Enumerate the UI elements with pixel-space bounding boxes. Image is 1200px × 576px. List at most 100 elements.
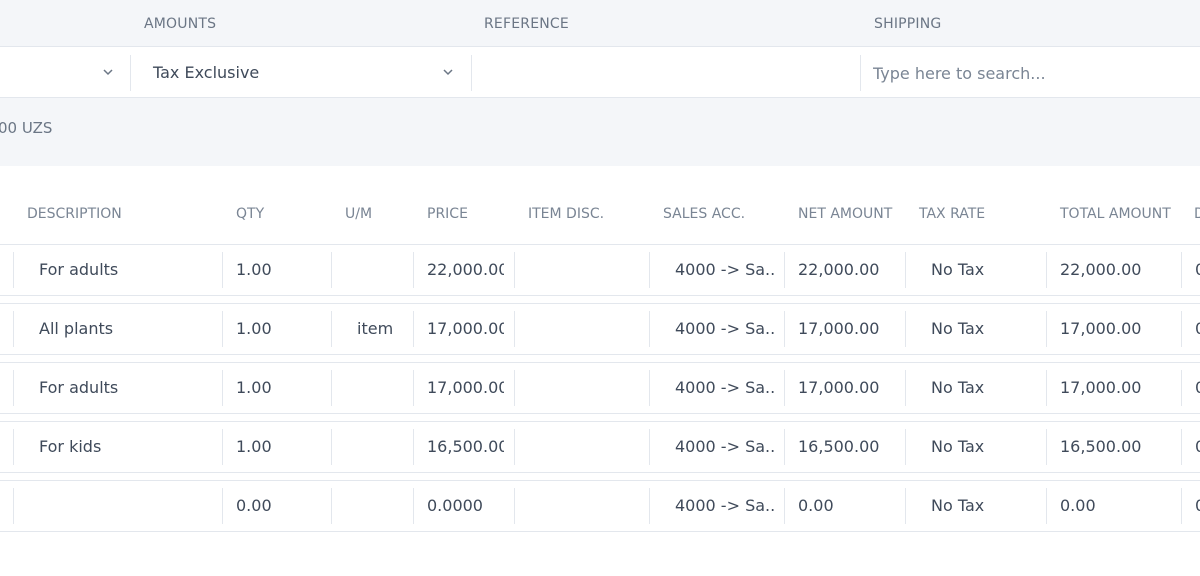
cell-price[interactable]: 17,000.00 [427, 304, 504, 354]
divider [331, 370, 332, 406]
cell-qty[interactable]: 1.00 [236, 304, 326, 354]
divider [905, 429, 906, 465]
cell-um[interactable] [357, 481, 409, 531]
divider [649, 252, 650, 288]
cell-um[interactable] [357, 422, 409, 472]
divider [905, 370, 906, 406]
col-header-item-disc[interactable]: ITEM DISC. [528, 206, 604, 222]
cell-qty[interactable]: 1.00 [236, 245, 326, 295]
cell-item-disc[interactable] [528, 245, 646, 295]
reference-field[interactable] [472, 47, 860, 97]
cell-next[interactable]: 0 [1195, 245, 1200, 295]
col-header-qty[interactable]: QTY [236, 206, 264, 222]
cell-item-disc[interactable] [528, 304, 646, 354]
reference-label: REFERENCE [484, 16, 569, 32]
divider [222, 429, 223, 465]
divider [13, 252, 14, 288]
cell-description[interactable]: All plants [39, 304, 219, 354]
divider [784, 429, 785, 465]
divider [1181, 311, 1182, 347]
divider [1046, 488, 1047, 524]
cell-um[interactable] [357, 363, 409, 413]
cell-total-amount[interactable]: 17,000.00 [1060, 304, 1178, 354]
cell-price[interactable]: 22,000.00 [427, 245, 504, 295]
amounts-select[interactable]: Tax Exclusive [131, 47, 471, 97]
cell-tax-rate[interactable]: No Tax [931, 422, 1041, 472]
col-header-net-amount[interactable]: NET AMOUNT [798, 206, 892, 222]
cell-total-amount[interactable]: 22,000.00 [1060, 245, 1178, 295]
cell-price[interactable]: 0.0000 [427, 481, 504, 531]
cell-tax-rate[interactable]: No Tax [931, 304, 1041, 354]
divider [1181, 252, 1182, 288]
divider [1181, 370, 1182, 406]
shipping-search-input[interactable] [860, 55, 1200, 91]
cell-item-disc[interactable] [528, 422, 646, 472]
cell-net-amount[interactable]: 16,500.00 [798, 422, 902, 472]
cell-next[interactable]: 0 [1195, 363, 1200, 413]
chevron-down-icon[interactable] [101, 65, 115, 79]
amounts-label: AMOUNTS [144, 16, 217, 32]
table-row[interactable]: All plants 1.00 item 17,000.00 4000 -> S… [0, 303, 1200, 355]
divider [905, 252, 906, 288]
col-header-price[interactable]: PRICE [427, 206, 468, 222]
cell-net-amount[interactable]: 17,000.00 [798, 304, 902, 354]
chevron-down-icon[interactable] [441, 65, 455, 79]
divider [331, 488, 332, 524]
cell-qty[interactable]: 1.00 [236, 363, 326, 413]
cell-description[interactable] [39, 481, 219, 531]
divider [784, 370, 785, 406]
col-header-total-amount[interactable]: TOTAL AMOUNT [1060, 206, 1171, 222]
cell-next[interactable]: 0 [1195, 422, 1200, 472]
header-field-row: Tax Exclusive [0, 46, 1200, 98]
cell-qty[interactable]: 0.00 [236, 481, 326, 531]
divider [514, 429, 515, 465]
cell-tax-rate[interactable]: No Tax [931, 245, 1041, 295]
divider [413, 252, 414, 288]
cell-total-amount[interactable]: 16,500.00 [1060, 422, 1178, 472]
col-header-um[interactable]: U/M [345, 206, 372, 222]
cell-description[interactable]: For kids [39, 422, 219, 472]
cell-net-amount[interactable]: 22,000.00 [798, 245, 902, 295]
col-header-tax-rate[interactable]: TAX RATE [919, 206, 985, 222]
cell-um[interactable] [357, 245, 409, 295]
table-row[interactable]: For adults 1.00 22,000.00 4000 -> Sa... … [0, 244, 1200, 296]
col-header-sales-acc[interactable]: SALES ACC. [663, 206, 745, 222]
invoice-total-text: 00 UZS [0, 119, 53, 137]
table-row[interactable]: For adults 1.00 17,000.00 4000 -> Sa... … [0, 362, 1200, 414]
cell-tax-rate[interactable]: No Tax [931, 363, 1041, 413]
divider [13, 370, 14, 406]
table-row[interactable]: For kids 1.00 16,500.00 4000 -> Sa... 16… [0, 421, 1200, 473]
divider [413, 488, 414, 524]
col-header-description[interactable]: DESCRIPTION [27, 206, 122, 222]
cell-item-disc[interactable] [528, 481, 646, 531]
cell-net-amount[interactable]: 17,000.00 [798, 363, 902, 413]
divider [13, 311, 14, 347]
cell-description[interactable]: For adults [39, 363, 219, 413]
cell-um[interactable]: item [357, 304, 409, 354]
divider [649, 429, 650, 465]
divider [331, 311, 332, 347]
cell-next[interactable]: 0 [1195, 304, 1200, 354]
cell-total-amount[interactable]: 0.00 [1060, 481, 1178, 531]
cell-price[interactable]: 17,000.00 [427, 363, 504, 413]
col-header-next[interactable]: D [1194, 206, 1200, 222]
table-row[interactable]: 0.00 0.0000 4000 -> Sa... 0.00 No Tax 0.… [0, 480, 1200, 532]
cell-sales-acc[interactable]: 4000 -> Sa... [675, 245, 775, 295]
cell-qty[interactable]: 1.00 [236, 422, 326, 472]
cell-total-amount[interactable]: 17,000.00 [1060, 363, 1178, 413]
shipping-label: SHIPPING [874, 16, 942, 32]
cell-next[interactable]: 0 [1195, 481, 1200, 531]
divider [331, 429, 332, 465]
cell-price[interactable]: 16,500.00 [427, 422, 504, 472]
previous-select[interactable] [0, 47, 130, 97]
divider [905, 488, 906, 524]
cell-sales-acc[interactable]: 4000 -> Sa... [675, 304, 775, 354]
cell-tax-rate[interactable]: No Tax [931, 481, 1041, 531]
divider [649, 370, 650, 406]
cell-description[interactable]: For adults [39, 245, 219, 295]
cell-item-disc[interactable] [528, 363, 646, 413]
cell-sales-acc[interactable]: 4000 -> Sa... [675, 422, 775, 472]
cell-sales-acc[interactable]: 4000 -> Sa... [675, 481, 775, 531]
cell-sales-acc[interactable]: 4000 -> Sa... [675, 363, 775, 413]
cell-net-amount[interactable]: 0.00 [798, 481, 902, 531]
